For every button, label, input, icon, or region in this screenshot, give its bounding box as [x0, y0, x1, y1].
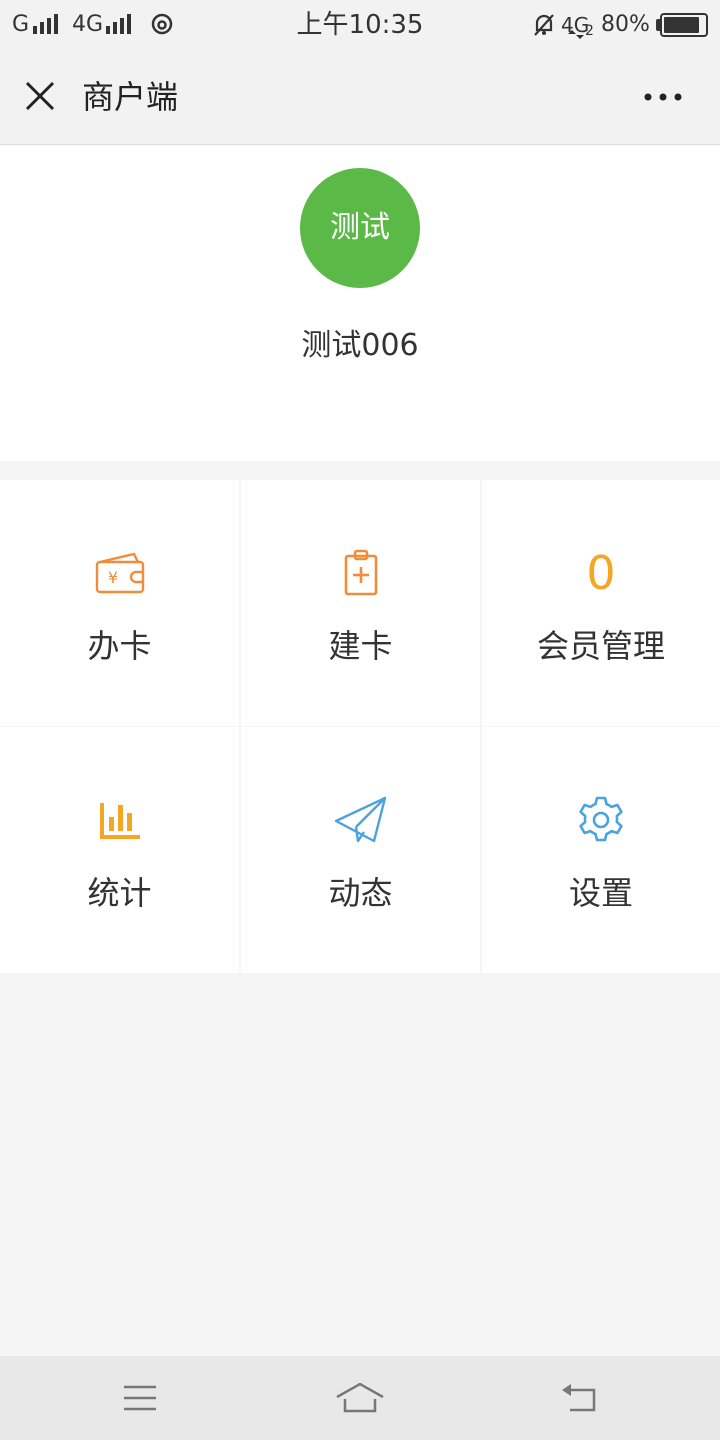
home-icon: [336, 1382, 384, 1413]
wallet-icon: ¥: [95, 552, 144, 594]
system-nav-bar: [0, 1356, 720, 1440]
grid-item-settings[interactable]: 设置: [482, 727, 720, 973]
bar-chart-icon: [99, 803, 140, 839]
more-button[interactable]: [636, 80, 692, 116]
grid-item-label: 统计: [87, 874, 152, 912]
gear-icon: [579, 796, 623, 842]
svg-text:¥: ¥: [107, 568, 117, 587]
member-count: 0: [586, 546, 616, 600]
back-icon: [562, 1384, 596, 1412]
grid-item-label: 建卡: [328, 627, 393, 665]
battery-icon: [660, 13, 708, 37]
back-button[interactable]: [550, 1376, 610, 1420]
grid-item-label: 会员管理: [536, 627, 665, 665]
grid-item-activity[interactable]: 动态: [241, 727, 480, 973]
home-button[interactable]: [330, 1376, 390, 1420]
grid-item-statistics[interactable]: 统计: [0, 727, 239, 973]
function-grid: ¥ 办卡 建卡 0 会员管理 统计 动态 设置: [0, 480, 720, 973]
more-icon: [644, 93, 682, 101]
close-icon: [25, 81, 55, 111]
grid-item-label: 办卡: [87, 627, 152, 665]
grid-item-card-create[interactable]: 建卡: [241, 480, 480, 726]
battery-percent: 80%: [601, 12, 650, 37]
mute-icon: [534, 14, 554, 36]
network-sub: 2: [585, 23, 594, 39]
nav-bar: 商户端: [0, 50, 720, 145]
grid-item-card-issue[interactable]: ¥ 办卡: [0, 480, 239, 726]
merchant-name: 测试006: [301, 328, 419, 363]
clipboard-add-icon: [344, 549, 377, 596]
profile-section: 测试 测试006: [0, 146, 720, 461]
data-arrows-icon: [568, 30, 584, 39]
menu-icon: [124, 1385, 156, 1411]
menu-button[interactable]: [110, 1376, 170, 1420]
avatar[interactable]: 测试: [300, 168, 420, 288]
grid-item-label: 动态: [328, 874, 393, 912]
close-button[interactable]: [18, 74, 62, 118]
grid-item-label: 设置: [568, 874, 633, 912]
paper-plane-icon: [334, 796, 386, 843]
page-title: 商户端: [82, 78, 179, 116]
grid-item-member-management[interactable]: 0 会员管理: [482, 480, 720, 726]
status-bar: G 4G 上午10:35 4G 2 80%: [0, 0, 720, 50]
